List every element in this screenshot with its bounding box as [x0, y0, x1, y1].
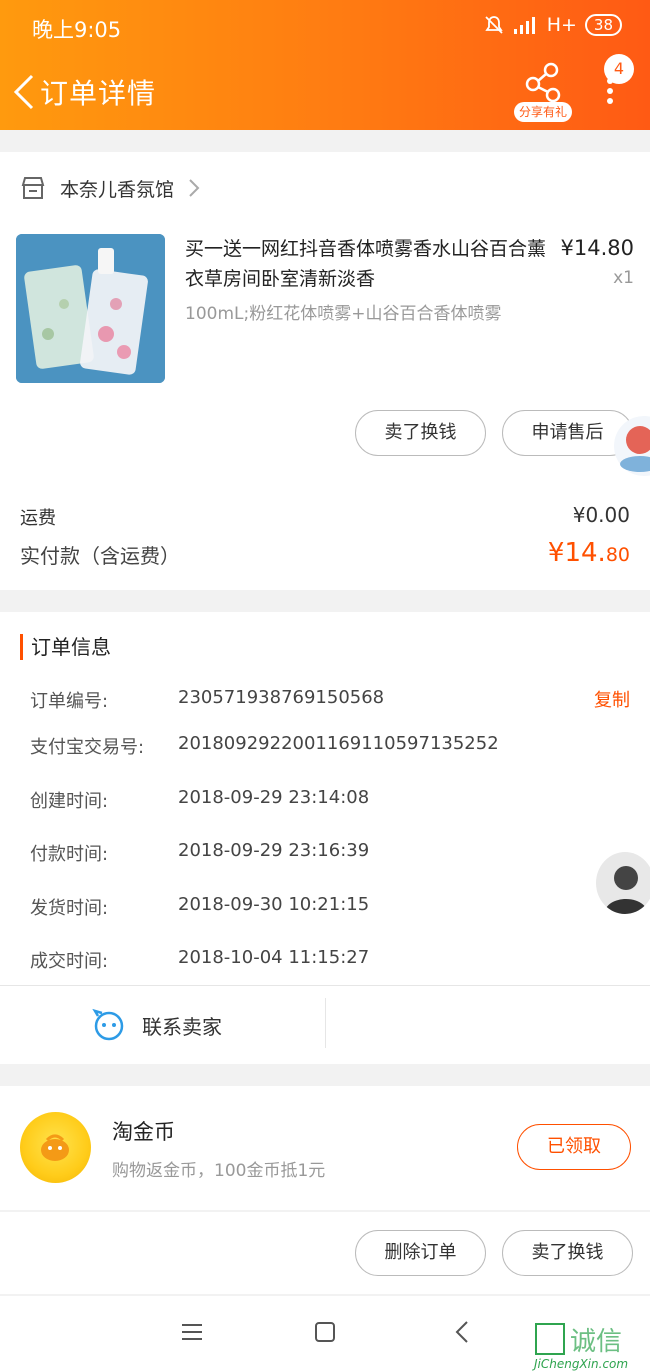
- status-icons: H+ 38: [483, 14, 622, 36]
- avatar-icon: [596, 852, 650, 914]
- svg-text:JiChengXin.com: JiChengXin.com: [532, 1357, 628, 1371]
- contact-seller-label: 联系卖家: [142, 1014, 222, 1039]
- battery-indicator: 38: [584, 14, 622, 36]
- info-value: 2018-10-04 11:15:27: [178, 947, 370, 968]
- order-info-title: 订单信息: [20, 634, 111, 660]
- shop-link[interactable]: 本奈儿香氛馆: [20, 172, 200, 204]
- floating-avatar[interactable]: [596, 852, 650, 914]
- coin-claimed-button[interactable]: 已领取: [517, 1124, 631, 1170]
- order-info-card: [0, 612, 650, 1064]
- info-row-paid: 付款时间: 2018-09-29 23:16:39: [30, 840, 369, 866]
- product-title[interactable]: 买一送一网红抖音香体喷雾香水山谷百合薰衣草房间卧室清新淡香: [185, 234, 550, 294]
- status-bar: 晚上9:05 H+ 38: [0, 0, 650, 54]
- signal-icon: [513, 17, 535, 34]
- page-title: 订单详情: [40, 77, 157, 110]
- copy-button[interactable]: 复制: [594, 686, 630, 712]
- info-value: 230571938769150568: [178, 687, 385, 708]
- info-row-order-id: 订单编号: 230571938769150568: [30, 687, 384, 713]
- info-row-shipped: 发货时间: 2018-09-30 10:21:15: [30, 894, 369, 920]
- info-value: 2018-09-29 23:16:39: [178, 840, 370, 861]
- shipping-label: 运费: [20, 508, 56, 529]
- contact-seller-button[interactable]: 联系卖家: [92, 1008, 222, 1042]
- network-type: H+: [546, 14, 577, 36]
- product-price: ¥14.80: [560, 236, 634, 260]
- product-quantity: x1: [613, 268, 634, 288]
- paid-amount: ¥14.80: [548, 538, 630, 568]
- share-button[interactable]: 分享有礼: [514, 62, 572, 122]
- shop-icon: [21, 177, 45, 199]
- share-label: 分享有礼: [514, 102, 572, 122]
- info-value: 2018092922001169110597135252: [178, 733, 499, 754]
- svg-text:诚信: 诚信: [570, 1327, 622, 1357]
- paid-integer: ¥14.: [547, 538, 606, 568]
- sell-button-bottom[interactable]: 卖了换钱: [502, 1230, 633, 1276]
- info-value: 2018-09-30 10:21:15: [178, 894, 370, 915]
- product-sku: 100mL;粉红花体喷雾+山谷百合香体喷雾: [185, 304, 502, 324]
- status-time: 晚上9:05: [32, 18, 122, 42]
- product-image[interactable]: [16, 234, 165, 383]
- info-value: 2018-09-29 23:14:08: [178, 787, 370, 808]
- message-badge: 4: [604, 54, 634, 84]
- chat-face-icon: [92, 1008, 124, 1041]
- delete-order-button[interactable]: 删除订单: [355, 1230, 486, 1276]
- mute-bell-icon: [485, 16, 503, 34]
- home-icon[interactable]: [307, 1314, 343, 1350]
- info-label: 订单编号:: [30, 691, 109, 712]
- paid-cents: 80: [605, 544, 630, 566]
- info-row-alipay-id: 支付宝交易号: 2018092922001169110597135252: [30, 733, 499, 759]
- info-label: 成交时间:: [30, 951, 109, 972]
- info-label: 付款时间:: [30, 844, 109, 865]
- navbar: 订单详情 分享有礼 4: [0, 54, 650, 130]
- shipping-value: ¥0.00: [572, 503, 630, 527]
- menu-icon[interactable]: [174, 1314, 210, 1350]
- app-header: 晚上9:05 H+ 38 订单详情 分享有礼 4: [0, 0, 650, 130]
- coin-title: 淘金币: [112, 1120, 175, 1144]
- back-icon[interactable]: [444, 1314, 480, 1350]
- share-icon: [525, 62, 561, 103]
- info-row-created: 创建时间: 2018-09-29 23:14:08: [30, 787, 369, 813]
- perfume-bottles-image: [16, 234, 165, 383]
- info-label: 支付宝交易号:: [30, 737, 145, 758]
- floating-mascot[interactable]: [610, 406, 650, 490]
- divider: [0, 985, 650, 986]
- chevron-right-icon: [189, 179, 200, 197]
- paid-label: 实付款（含运费）: [20, 544, 180, 568]
- info-label: 创建时间:: [30, 791, 109, 812]
- sell-button[interactable]: 卖了换钱: [355, 410, 486, 456]
- info-row-completed: 成交时间: 2018-10-04 11:15:27: [30, 947, 369, 973]
- watermark-logo: 诚信 JiChengXin.com: [532, 1322, 650, 1372]
- back-arrow-icon[interactable]: [10, 72, 40, 112]
- mascot-icon: [614, 416, 650, 476]
- info-label: 发货时间:: [30, 898, 109, 919]
- gold-coin-icon: [20, 1112, 91, 1183]
- shop-name: 本奈儿香氛馆: [60, 178, 175, 201]
- vertical-divider: [325, 998, 326, 1048]
- coin-subtitle: 购物返金币，100金币抵1元: [112, 1161, 326, 1181]
